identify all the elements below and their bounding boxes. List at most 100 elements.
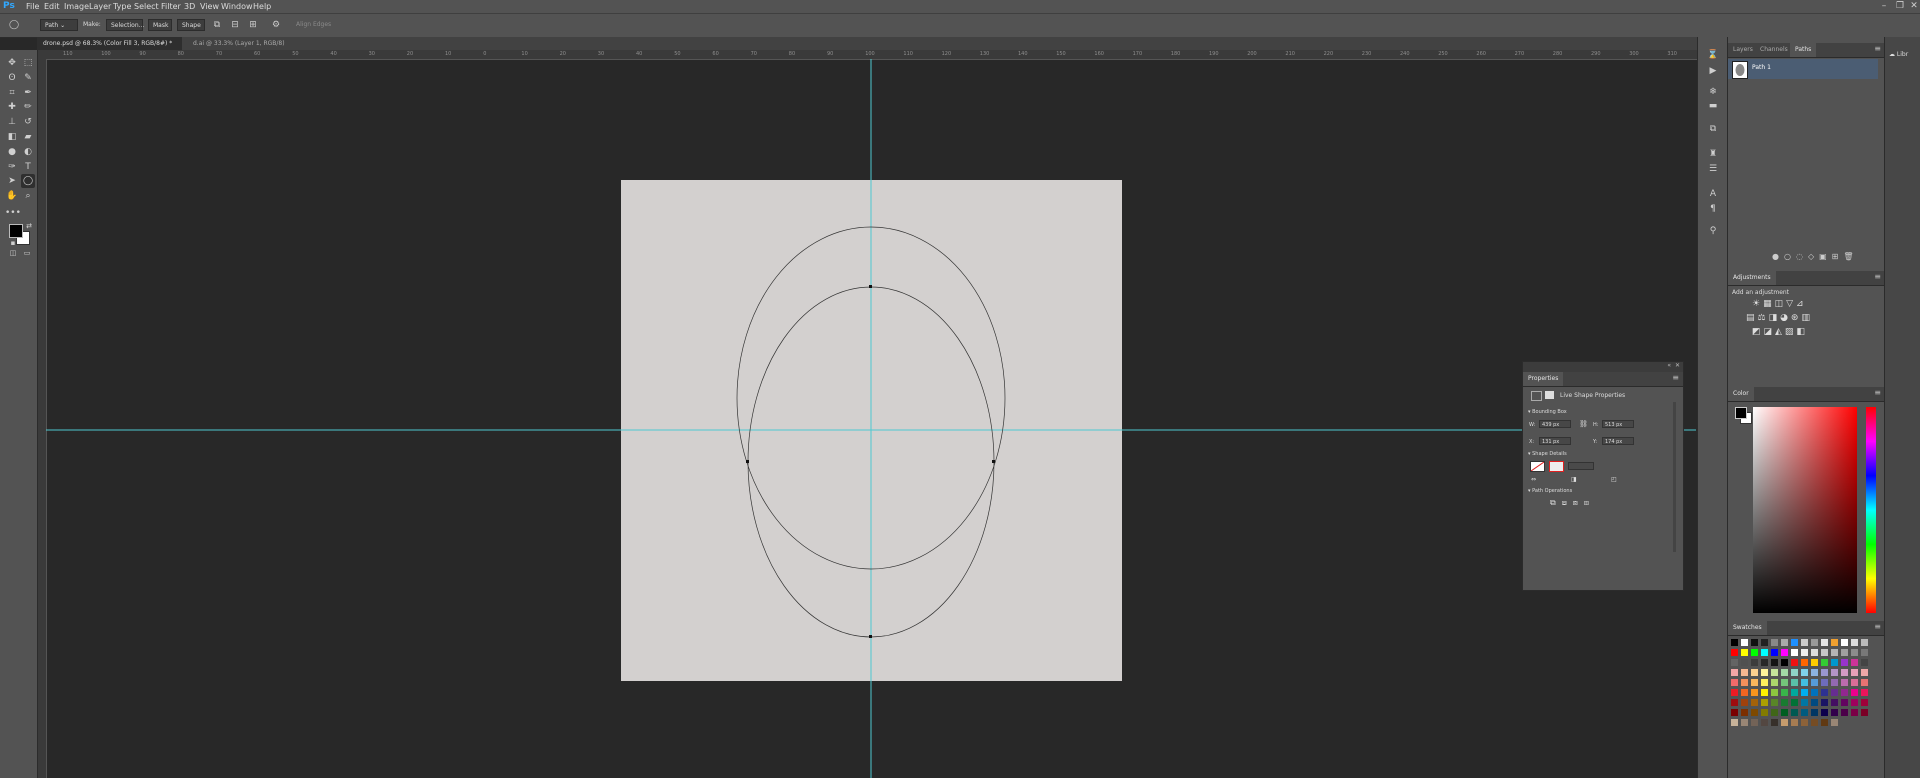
path-operation-buttons[interactable]: ⧉⧈⧇⧆ [1550,498,1595,508]
properties-title[interactable]: Properties [1523,372,1564,386]
color-swatch[interactable] [1831,699,1838,706]
color-swatch[interactable] [1741,669,1748,676]
color-swatch[interactable] [1781,649,1788,656]
color-swatch[interactable] [1801,659,1808,666]
hand-tool-icon[interactable]: ✋ [5,189,19,203]
color-swatch[interactable] [1851,669,1858,676]
panel-menu-icon[interactable]: ≡ [1874,388,1881,397]
brush-tool-icon[interactable]: ✏ [21,100,35,114]
default-colors-icon[interactable]: ▪ [8,238,18,248]
color-swatch[interactable] [1801,639,1808,646]
panel-menu-icon[interactable]: ≡ [1874,44,1881,53]
color-swatch[interactable] [1821,679,1828,686]
color-field[interactable] [1753,407,1857,613]
color-swatch[interactable] [1761,689,1768,696]
color-swatch[interactable] [1741,659,1748,666]
color-swatch[interactable] [1781,699,1788,706]
color-swatch[interactable] [1771,649,1778,656]
color-swatch[interactable] [1771,689,1778,696]
pen-tool-icon[interactable]: ✑ [5,160,19,174]
color-swatch[interactable] [1801,709,1808,716]
color-swatch[interactable] [1811,719,1818,726]
info-icon[interactable]: ⚲ [1706,224,1720,238]
color-swatch[interactable] [1861,669,1868,676]
stamp-tool-icon[interactable]: ⊥ [5,115,19,129]
color-swatch[interactable] [1801,689,1808,696]
color-swatch[interactable] [1781,719,1788,726]
mode-select[interactable]: Path ⌄ [40,19,78,31]
menu-edit[interactable]: Edit [44,1,60,12]
paths-panel-footer-icons[interactable]: ●○◌◇▣⊞🗑 [1772,252,1859,261]
color-swatch[interactable] [1841,639,1848,646]
menu-type[interactable]: Type [113,1,131,12]
color-swatch[interactable] [1781,679,1788,686]
marquee-tool-icon[interactable]: ⬚ [21,56,35,70]
tab-channels[interactable]: Channels [1755,43,1793,57]
gear-icon[interactable]: ⚙ [270,19,282,31]
close-icon[interactable]: ✕ [1675,362,1680,369]
path-select-tool-icon[interactable]: ➤ [5,174,19,188]
shape-details-label[interactable]: ▾ Shape Details [1528,451,1567,457]
stroke-swatch[interactable] [1549,461,1564,472]
shape-properties-icon[interactable] [1531,391,1542,401]
color-swatch[interactable] [1841,649,1848,656]
color-swatch[interactable] [1731,719,1738,726]
height-field[interactable]: 513 px [1602,420,1634,428]
color-swatch[interactable] [1741,649,1748,656]
path-row[interactable]: Path 1 [1728,59,1878,79]
collapse-icon[interactable]: « [1667,362,1671,369]
hue-slider[interactable] [1866,407,1876,613]
color-swatch[interactable] [1821,659,1828,666]
move-tool-icon[interactable]: ✥ [5,56,19,70]
anchor-point-bottom[interactable] [869,635,872,638]
color-swatch[interactable] [1821,639,1828,646]
color-swatch[interactable] [1741,699,1748,706]
menu-layer[interactable]: Layer [89,1,111,12]
adjustment-icons-row-3[interactable]: ◩◪◭▨◧ [1752,327,1808,337]
color-swatch[interactable] [1831,659,1838,666]
color-swatch[interactable] [1841,659,1848,666]
gradient-tool-icon[interactable]: ▰ [21,130,35,144]
color-swatch[interactable] [1791,649,1798,656]
color-swatch[interactable] [1811,689,1818,696]
color-swatch[interactable] [1751,719,1758,726]
color-swatch[interactable] [1861,649,1868,656]
color-swatch[interactable] [1731,709,1738,716]
color-swatch[interactable] [1731,669,1738,676]
bounding-box-label[interactable]: ▾ Bounding Box [1528,409,1567,415]
selection-button[interactable]: Selection... [106,19,144,31]
color-swatch[interactable] [1771,679,1778,686]
color-swatch[interactable] [1791,709,1798,716]
color-swatch[interactable] [1781,669,1788,676]
tab-drone-psd[interactable]: drone.psd @ 68.3% (Color Fill 3, RGB/8#)… [37,37,182,60]
color-swatch[interactable] [1861,699,1868,706]
tab-d-ai[interactable]: d.ai @ 33.3% (Layer 1, RGB/8) ✕ [187,37,297,60]
color-swatch[interactable] [1741,679,1748,686]
color-swatch[interactable] [1831,689,1838,696]
color-swatch[interactable] [1831,679,1838,686]
type-tool-icon[interactable]: T [21,160,35,174]
color-swatch[interactable] [1741,719,1748,726]
quick-mask-icon[interactable]: ◫ [8,248,18,258]
color-swatch[interactable] [1851,679,1858,686]
color-swatch[interactable] [1751,709,1758,716]
color-swatch[interactable] [1731,699,1738,706]
stroke-width-field[interactable] [1568,462,1594,470]
color-swatch[interactable] [1751,669,1758,676]
color-title[interactable]: Color [1728,387,1754,401]
color-swatch[interactable] [1811,639,1818,646]
color-swatch[interactable] [1751,659,1758,666]
anchor-point-left[interactable] [746,460,749,463]
color-swatch[interactable] [1851,649,1858,656]
color-swatch[interactable] [1771,709,1778,716]
adjustments-title[interactable]: Adjustments [1728,271,1776,285]
color-swatch[interactable] [1801,679,1808,686]
tab-paths[interactable]: Paths [1790,43,1817,57]
layer-comps-icon[interactable]: ☰ [1706,162,1720,176]
eyedropper-tool-icon[interactable]: ✒ [21,86,35,100]
color-swatch[interactable] [1841,679,1848,686]
color-swatch[interactable] [1761,669,1768,676]
color-swatch[interactable] [1741,639,1748,646]
color-swatch[interactable] [1771,639,1778,646]
color-swatch[interactable] [1811,679,1818,686]
